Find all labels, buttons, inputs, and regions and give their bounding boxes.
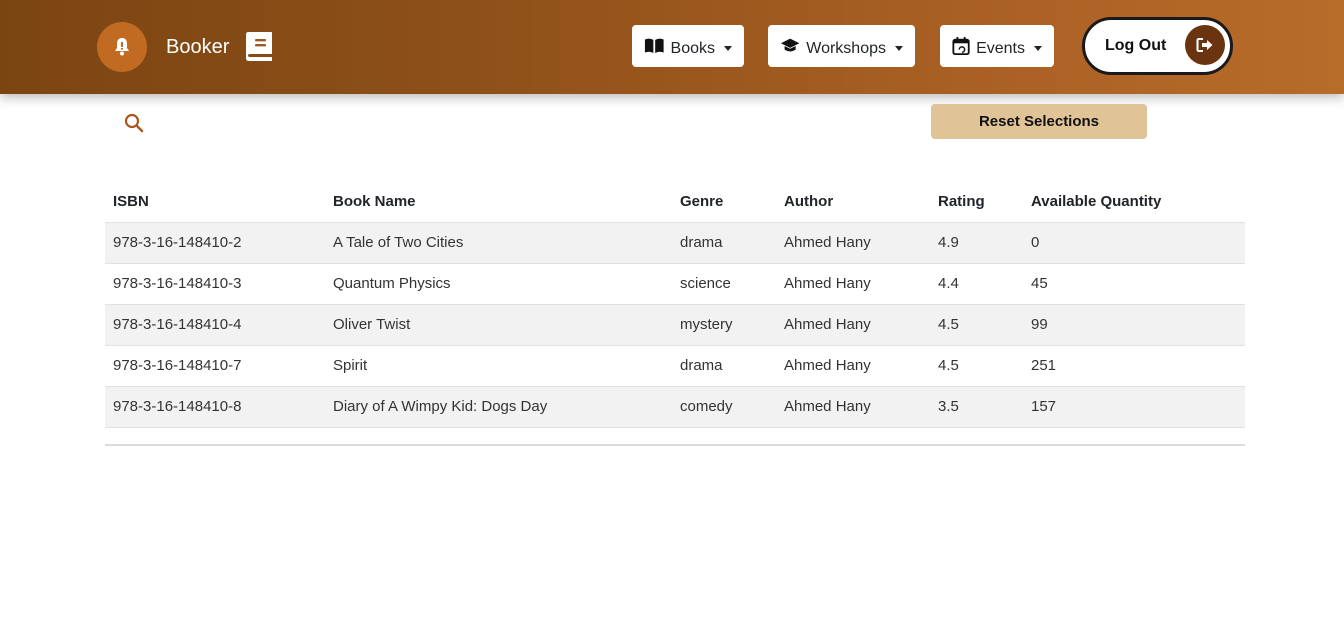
cell-author: Ahmed Hany — [776, 304, 930, 346]
column-header-isbn[interactable]: ISBN — [105, 181, 325, 223]
cell-genre: drama — [672, 345, 776, 387]
logout-button[interactable]: Log Out — [1082, 17, 1233, 75]
cell-author: Ahmed Hany — [776, 222, 930, 264]
bell-icon — [115, 38, 129, 56]
cell-book-name: A Tale of Two Cities — [325, 222, 672, 264]
column-header-genre[interactable]: Genre — [672, 181, 776, 223]
cell-genre: comedy — [672, 386, 776, 428]
column-header-rating[interactable]: Rating — [930, 181, 1023, 223]
cell-available-quantity: 45 — [1023, 263, 1245, 305]
cell-rating: 4.5 — [930, 304, 1023, 346]
top-navbar: Booker Books Workshops Events Log Out — [0, 0, 1344, 94]
cell-author: Ahmed Hany — [776, 263, 930, 305]
calendar-icon — [952, 36, 970, 56]
cell-book-name: Spirit — [325, 345, 672, 387]
cell-isbn: 978-3-16-148410-4 — [105, 304, 325, 346]
cell-available-quantity: 0 — [1023, 222, 1245, 264]
chevron-down-icon — [724, 45, 732, 51]
cell-genre: science — [672, 263, 776, 305]
table-bottom-divider — [105, 444, 1245, 446]
table-row[interactable]: 978-3-16-148410-2 A Tale of Two Cities d… — [105, 222, 1245, 264]
cell-available-quantity: 251 — [1023, 345, 1245, 387]
cell-author: Ahmed Hany — [776, 386, 930, 428]
table-row[interactable]: 978-3-16-148410-3 Quantum Physics scienc… — [105, 263, 1245, 305]
book-logo-icon — [244, 30, 274, 66]
table-row[interactable]: 978-3-16-148410-7 Spirit drama Ahmed Han… — [105, 345, 1245, 387]
books-table-container: ISBN Book Name Genre Author Rating Avail… — [105, 181, 1245, 428]
cell-rating: 4.9 — [930, 222, 1023, 264]
logout-label: Log Out — [1105, 37, 1167, 54]
cell-book-name: Oliver Twist — [325, 304, 672, 346]
books-label: Books — [670, 40, 715, 57]
brand-name[interactable]: Booker — [166, 34, 229, 60]
cell-isbn: 978-3-16-148410-3 — [105, 263, 325, 305]
cell-book-name: Diary of A Wimpy Kid: Dogs Day — [325, 386, 672, 428]
cell-rating: 3.5 — [930, 386, 1023, 428]
table-row[interactable]: 978-3-16-148410-4 Oliver Twist mystery A… — [105, 304, 1245, 346]
chevron-down-icon — [895, 45, 903, 51]
cell-available-quantity: 99 — [1023, 304, 1245, 346]
cell-isbn: 978-3-16-148410-7 — [105, 345, 325, 387]
workshops-label: Workshops — [806, 40, 886, 57]
search-icon[interactable] — [124, 113, 144, 137]
cell-author: Ahmed Hany — [776, 345, 930, 387]
reset-selections-button[interactable]: Reset Selections — [931, 104, 1147, 139]
cell-book-name: Quantum Physics — [325, 263, 672, 305]
chevron-down-icon — [1034, 45, 1042, 51]
column-header-author[interactable]: Author — [776, 181, 930, 223]
cell-genre: drama — [672, 222, 776, 264]
cell-available-quantity: 157 — [1023, 386, 1245, 428]
column-header-available-quantity[interactable]: Available Quantity — [1023, 181, 1245, 223]
cell-rating: 4.4 — [930, 263, 1023, 305]
books-dropdown[interactable]: Books — [632, 25, 744, 67]
table-header-row: ISBN Book Name Genre Author Rating Avail… — [105, 181, 1245, 223]
events-dropdown[interactable]: Events — [940, 25, 1054, 67]
table-row[interactable]: 978-3-16-148410-8 Diary of A Wimpy Kid: … — [105, 386, 1245, 428]
graduation-cap-icon — [780, 38, 800, 52]
cell-genre: mystery — [672, 304, 776, 346]
workshops-dropdown[interactable]: Workshops — [768, 25, 915, 67]
sign-out-icon — [1185, 25, 1225, 65]
cell-rating: 4.5 — [930, 345, 1023, 387]
events-label: Events — [976, 40, 1025, 57]
cell-isbn: 978-3-16-148410-2 — [105, 222, 325, 264]
column-header-book-name[interactable]: Book Name — [325, 181, 672, 223]
cell-isbn: 978-3-16-148410-8 — [105, 386, 325, 428]
notifications-button[interactable] — [97, 22, 147, 72]
open-book-icon — [644, 38, 664, 53]
books-table: ISBN Book Name Genre Author Rating Avail… — [105, 181, 1245, 428]
